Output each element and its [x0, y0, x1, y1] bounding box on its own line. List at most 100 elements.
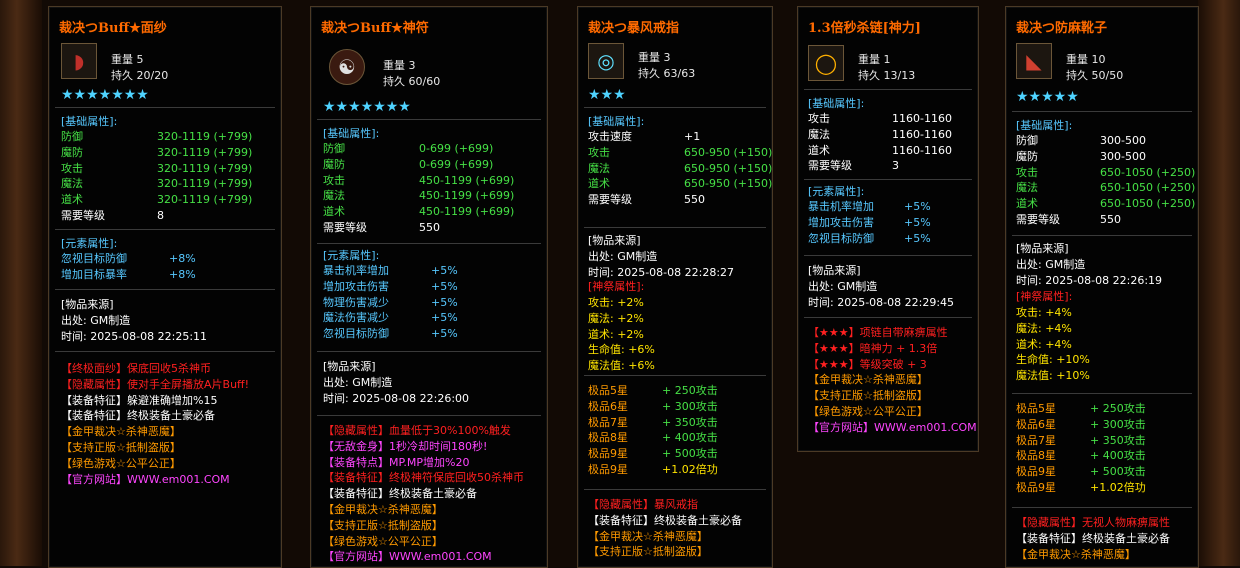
elem-attr-row-value: +5%: [431, 327, 458, 341]
item-durability: 持久 50/50: [1066, 69, 1124, 82]
divider: [584, 227, 766, 228]
grade-row-value: + 300攻击: [662, 399, 718, 413]
base-attr-row: 魔法 1160-1160: [808, 127, 1008, 142]
grade-row-key: 极品7星: [588, 415, 628, 429]
grade-row-key: 极品8星: [1016, 449, 1056, 463]
base-attr-row-value: 8: [157, 209, 164, 222]
divider: [584, 375, 766, 376]
source-time: 时间: 2025-08-08 22:26:19: [1016, 274, 1163, 287]
base-attr-row: 需要等级 550: [1016, 212, 1216, 227]
base-attr-row-key: 道术: [808, 143, 830, 157]
grade-row-key: 极品5星: [1016, 402, 1056, 415]
boots-icon: ◣: [1016, 43, 1052, 79]
base-attr-row-key: 道术: [1016, 197, 1038, 211]
elem-attr-row: 增加攻击伤害 +5%: [323, 279, 523, 294]
base-attr-row-key: 攻击: [1016, 165, 1038, 179]
grade-row-value: + 250攻击: [1090, 402, 1146, 415]
item-title: 裁决つBuff★面纱: [59, 21, 167, 36]
elem-attr-row: 物理伤害减少 +5%: [323, 295, 523, 310]
base-attr-row-value: 300-500: [1100, 149, 1146, 163]
special-attr-row: 【金甲裁决☆杀神恶魔】: [61, 425, 181, 439]
sacred-attr-row-key: 攻击: +4%: [1016, 306, 1072, 319]
special-attr-row: 【支持正版☆抵制盗版】: [323, 518, 443, 532]
base-attr-row-value: 450-1199 (+699): [419, 205, 515, 219]
grade-row-key: 极品5星: [588, 384, 628, 397]
item-tooltip-ring: 裁决つ暴风戒指 ◎ 重量 3 持久 63/63 ★★★ [基础属性]: [物品来…: [577, 6, 773, 568]
special-attr-row: 【★★★】等级突破 + 3: [808, 357, 927, 371]
base-attr-row-key: 魔法: [808, 127, 830, 141]
grade-row: 极品7星 + 350攻击: [588, 415, 788, 430]
divider: [1012, 235, 1192, 236]
sacred-attr-row: 攻击: +4%: [1016, 305, 1216, 320]
special-attr-row: 【支持正版☆抵制盗版】: [588, 545, 708, 559]
elem-attr-label: [元素属性]:: [808, 185, 865, 198]
base-attr-row-key: 魔防: [1016, 149, 1038, 163]
base-attr-row-value: 320-1119 (+799): [157, 177, 253, 191]
grade-row-value: +1.02倍功: [1090, 481, 1146, 494]
elem-attr-row: 增加目标暴率 +8%: [61, 267, 261, 282]
base-attr-row-key: 需要等级: [1016, 213, 1060, 226]
grade-row-value: + 500攻击: [1090, 465, 1146, 479]
base-attr-row-value: 320-1119 (+799): [157, 130, 253, 143]
elem-attr-row-key: 忽视目标防御: [323, 327, 389, 341]
sacred-attr-row: 魔法: +4%: [1016, 321, 1216, 336]
base-attr-row-key: 需要等级: [61, 209, 105, 222]
sacred-attr-row: 攻击: +2%: [588, 295, 788, 310]
grade-row-value: + 400攻击: [1090, 449, 1146, 463]
elem-attr-row-value: +5%: [431, 279, 458, 293]
special-attr-row: 【支持正版☆抵制盗版】: [808, 389, 928, 403]
grade-row: 极品9星 +1.02倍功: [1016, 480, 1216, 495]
base-attr-row-value: 650-1050 (+250): [1100, 165, 1196, 179]
source-label: [物品来源]: [61, 298, 114, 311]
base-attr-row: 道术 650-1050 (+250): [1016, 196, 1216, 211]
item-tooltip-boots: 裁决つ防麻靴子 ◣ 重量 10 持久 50/50 ★★★★★ [基础属性]: […: [1005, 6, 1199, 568]
divider: [317, 119, 541, 120]
base-attr-row-value: 1160-1160: [892, 127, 952, 141]
elem-attr-label: [元素属性]:: [61, 237, 118, 250]
base-attr-row: 攻击 1160-1160: [808, 111, 1008, 126]
item-title: 裁决つ暴风戒指: [588, 21, 680, 36]
elem-attr-row-key: 增加目标暴率: [61, 267, 127, 281]
source-from: 出处: GM制造: [323, 376, 393, 389]
base-attr-row-key: 魔防: [323, 157, 345, 171]
source-label: [物品来源]: [1016, 242, 1069, 255]
special-attr-row: 【隐藏属性】暴风戒指: [588, 498, 698, 511]
grade-row: 极品8星 + 400攻击: [1016, 448, 1216, 463]
grade-row-value: + 300攻击: [1090, 417, 1146, 431]
star-rating: ★★★★★★★: [61, 87, 149, 103]
elem-attr-row-value: +8%: [169, 252, 196, 265]
elem-attr-row-value: +5%: [431, 311, 458, 325]
base-attr-row: 魔法 650-1050 (+250): [1016, 180, 1216, 195]
grade-row-value: + 500攻击: [662, 447, 718, 461]
source-time: 时间: 2025-08-08 22:29:45: [808, 296, 955, 309]
grade-row-value: + 350攻击: [1090, 433, 1146, 447]
base-attr-label: [基础属性]:: [808, 97, 865, 110]
base-attr-row: 道术 1160-1160: [808, 143, 1008, 158]
elem-attr-row: 暴击机率增加 +5%: [808, 199, 1008, 214]
item-durability: 持久 13/13: [858, 69, 916, 82]
source-label: [物品来源]: [588, 234, 641, 247]
elem-attr-row-key: 增加攻击伤害: [323, 279, 389, 293]
grade-row-key: 极品9星: [588, 463, 628, 476]
divider: [584, 489, 766, 490]
grade-row: 极品8星 + 400攻击: [588, 430, 788, 445]
ring-icon: ◎: [588, 43, 624, 79]
elem-attr-row-key: 物理伤害减少: [323, 295, 389, 309]
sacred-attr-row-key: 魔法: +4%: [1016, 321, 1072, 335]
special-attr-row: 【隐藏属性】使对手全屏播放A片Buff!: [61, 377, 250, 391]
base-attr-row: 攻击 650-950 (+150): [588, 145, 788, 160]
source-label: [物品来源]: [808, 264, 861, 277]
base-attr-row-key: 攻击速度: [588, 130, 632, 143]
base-attr-row: 攻击 650-1050 (+250): [1016, 165, 1216, 180]
base-attr-row-value: 450-1199 (+699): [419, 189, 515, 203]
special-attr-row: 【官方网站】WWW.em001.COM: [323, 550, 492, 564]
grade-row-value: + 350攻击: [662, 415, 718, 429]
base-attr-row-value: 1160-1160: [892, 143, 952, 157]
grade-row: 极品5星 + 250攻击: [588, 383, 788, 398]
taiji-icon: ☯: [329, 49, 365, 85]
sacred-attr-row-key: 生命值: +6%: [588, 343, 655, 357]
special-attr-row: 【★★★】项链自带麻痹属性: [808, 326, 948, 339]
base-attr-row-value: 650-950 (+150): [684, 161, 773, 175]
base-attr-row-key: 道术: [588, 177, 610, 191]
item-weight: 重量 1: [858, 53, 891, 66]
